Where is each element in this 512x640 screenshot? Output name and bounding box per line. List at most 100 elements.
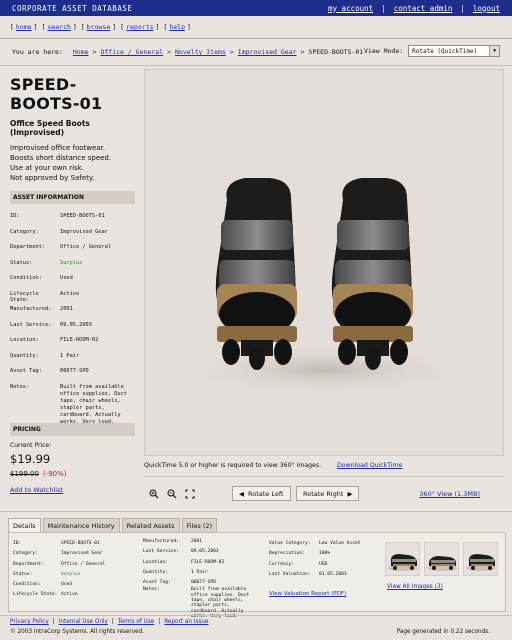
original-price-row: $199.00 (-90%): [10, 470, 135, 478]
logout-link[interactable]: logout: [473, 4, 500, 13]
nav-browse[interactable]: browse: [87, 23, 110, 31]
pricing-box: PRICING Current Price: $19.99 $199.00 (-9…: [10, 423, 135, 494]
attr-row: Quantity: 1 Pair: [10, 352, 80, 359]
attr-row: Status: Surplus: [10, 260, 135, 276]
triangle-left-icon: ◀: [239, 489, 244, 498]
product-viewer[interactable]: [144, 69, 504, 456]
tab-related-assets[interactable]: Related Assets: [121, 518, 180, 532]
my-account-link[interactable]: my_account: [328, 4, 373, 13]
attr-row: Department: Office / General: [10, 244, 112, 250]
attr-row: Manufactured: 2001: [10, 306, 73, 312]
divider: [0, 511, 512, 512]
privacy-policy-link[interactable]: Privacy Policy: [10, 619, 49, 625]
detail-row: Value Category: Low Value Asset: [269, 541, 361, 546]
account-links: my_account | contact_admin | logout: [328, 4, 500, 13]
app-title: CORPORATE ASSET DATABASE: [12, 3, 133, 13]
nav-search[interactable]: search: [47, 23, 70, 31]
breadcrumb-home[interactable]: Home: [73, 48, 89, 56]
view-360-link[interactable]: 360° View (1.3MB): [419, 490, 480, 498]
quicktime-note: QuickTime 5.0 or higher is required to v…: [144, 462, 402, 469]
original-price: $199.00: [10, 470, 39, 478]
status-value: Surplus: [61, 571, 81, 577]
description: Improvised office footwear. Boosts short…: [10, 143, 135, 183]
internal-use-only-link[interactable]: Internal Use Only: [59, 619, 108, 625]
nav-help[interactable]: help: [169, 23, 185, 31]
breadcrumb-office-general[interactable]: Office / General: [100, 48, 163, 56]
breadcrumb-prefix: You are here:: [12, 48, 63, 56]
detail-row: ID: SPEED-BOOTS-01: [13, 541, 100, 546]
breadcrumb: You are here: Home > Office / General > …: [12, 48, 364, 56]
detail-row: Manufactured: 2001: [143, 539, 203, 544]
chevron-down-icon: ▼: [489, 46, 500, 56]
speed-boots-image: [175, 178, 475, 396]
view-valuation-report-link[interactable]: View Valuation Report (PDF): [269, 591, 346, 597]
breadcrumb-novelty-items[interactable]: Novelty Items: [175, 48, 226, 56]
view-all-images-link[interactable]: View All Images (3): [387, 584, 443, 590]
detail-row: Currency: USD: [269, 561, 328, 567]
discount-badge: (-90%): [42, 470, 67, 478]
zoom-in-icon[interactable]: [148, 488, 160, 500]
divider: [0, 615, 512, 616]
main-nav: [home] [search] [browse] [reports] [help…: [10, 23, 191, 31]
view-mode-value: Rotate (QuickTime): [412, 47, 478, 55]
attr-row: Category: Improvised Gear: [10, 228, 108, 235]
download-quicktime-link[interactable]: Download QuickTime: [337, 462, 402, 469]
fullscreen-icon[interactable]: [184, 488, 196, 500]
description-line: Not approved by Safety.: [10, 174, 95, 182]
status-value: Surplus: [60, 259, 83, 266]
detail-row: Department: Office / General: [13, 561, 106, 567]
separator: |: [460, 3, 465, 13]
details-column-2: Manufactured: 2001 Last Service: 09.05.200…: [143, 539, 261, 624]
attr-row: Notes: Built from available office suppli…: [10, 383, 127, 425]
attr-row: Lifecycle State: Active: [10, 290, 80, 303]
detail-row: Status: Surplus: [13, 571, 81, 577]
breadcrumb-improvised-gear[interactable]: Improvised Gear: [238, 48, 297, 56]
breadcrumb-current: SPEED-BOOTS-01: [308, 48, 364, 56]
contact-admin-link[interactable]: contact_admin: [394, 4, 453, 13]
nav-home[interactable]: home: [16, 23, 32, 31]
current-price: $19.99: [10, 452, 51, 466]
detail-row: Category: Improvised Gear: [13, 551, 103, 557]
price-label: Current Price:: [10, 442, 52, 449]
zoom-out-icon[interactable]: [166, 488, 178, 500]
rotate-right-label: Rotate Right: [303, 489, 344, 498]
attr-row: Location: FILE-ROOM-02: [10, 337, 99, 343]
attr-row: Asset Tag: 00077-SPD: [10, 368, 89, 374]
page-title: SPEED-BOOTS-01: [10, 75, 103, 113]
terms-of-use-link[interactable]: Terms of Use: [118, 619, 154, 625]
detail-row: Condition: Used: [13, 582, 73, 588]
tab-details[interactable]: Details: [8, 518, 41, 532]
details-column-1: ID: SPEED-BOOTS-01 Category: Improvised Ge…: [13, 541, 133, 603]
add-to-watchlist-link[interactable]: Add to Watchlist: [10, 486, 63, 494]
thumbnail-image[interactable]: [385, 542, 420, 576]
rotate-left-button[interactable]: ◀ Rotate Left: [232, 486, 291, 501]
view-mode-select[interactable]: Rotate (QuickTime) ▼: [408, 45, 501, 57]
detail-row: Last Valuation: 01.05.2003: [269, 571, 347, 577]
tab-files[interactable]: Files (2): [181, 518, 218, 532]
thumbnail-image[interactable]: [463, 542, 498, 576]
report-issue-link[interactable]: Report an Issue: [164, 619, 208, 625]
detail-tabs: Details Maintenance History Related Asse…: [8, 518, 218, 532]
view-mode-label: View Mode:: [364, 47, 404, 55]
asset-summary: SPEED-BOOTS-01 Office Speed Boots (Impro…: [10, 75, 135, 426]
page-subtitle: Office Speed Boots (Improvised): [10, 119, 90, 137]
detail-row: Last Service: 09.05.2003: [143, 549, 219, 555]
detail-row: Asset Tag: 00077-SPD: [143, 580, 216, 586]
divider: [0, 65, 512, 66]
separator: |: [381, 3, 386, 13]
divider: [144, 476, 504, 477]
thumbnail-image[interactable]: [424, 542, 459, 576]
tab-maintenance-history[interactable]: Maintenance History: [42, 518, 120, 532]
triangle-right-icon: ▶: [347, 489, 353, 498]
description-line: Boosts short distance speed.: [10, 154, 112, 162]
detail-row: Lifecycle State: Active: [13, 592, 78, 598]
asset-info-table: ID: SPEED-BOOTS-01 Category: Improvised Ge…: [10, 213, 135, 426]
copyright: © 2003 IntraCorp Systems. All rights res…: [10, 629, 144, 635]
attr-row: ID: SPEED-BOOTS-01: [10, 213, 105, 219]
footer-links: Privacy Policy | Internal Use Only | Ter…: [10, 619, 209, 625]
nav-reports[interactable]: reports: [126, 23, 153, 31]
details-column-3: Value Category: Low Value Asset Depreciat…: [269, 541, 379, 582]
top-bar: CORPORATE ASSET DATABASE my_account | co…: [0, 0, 512, 16]
rotate-right-button[interactable]: Rotate Right ▶: [296, 486, 360, 501]
detail-row: Depreciation: 100%: [269, 551, 331, 557]
